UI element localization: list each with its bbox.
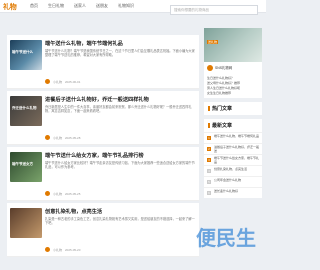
article-thumbnail[interactable]: 端午节送什么	[10, 40, 42, 70]
list-item[interactable]: 3 端午节送什么给女方家，端午节礼品	[204, 154, 262, 165]
rank-badge: 3	[207, 158, 211, 162]
hot-articles-heading: 热门文章	[204, 102, 262, 115]
thumbnail-caption: 端午节送女方	[12, 162, 33, 166]
article-date: 2025-05-20	[65, 247, 81, 252]
article-title[interactable]: 创意扎染礼物，点亮生活	[45, 208, 102, 215]
article-summary: 扎染是一种古老的手工染色工艺，创意扎染礼物既有艺术感又实用，是送给朋友的不错选择…	[45, 217, 195, 226]
brand-logo-icon	[207, 65, 213, 71]
nav-home[interactable]: 首页	[30, 3, 38, 9]
site-logo[interactable]: 礼物	[3, 2, 17, 12]
article-meta: 小礼物 2025-05-25	[45, 191, 80, 196]
article-date: 2025-06-01	[65, 79, 81, 84]
main-nav: 首页 生日礼物 送家人 送朋友 礼物知识	[30, 3, 134, 9]
rank-badge: 5	[207, 180, 211, 184]
recent-title[interactable]: 公司年会送什么礼物	[214, 178, 259, 183]
rank-badge: 1	[207, 136, 211, 140]
article-meta: 小礼物 2025-06-01	[45, 79, 80, 84]
list-item[interactable]: 端午节送女方 端午节送什么给女方家，端午节礼品排行榜 端午节送什么给女方家比较好…	[7, 147, 199, 201]
recent-articles-heading: 最新文章	[204, 119, 262, 132]
article-summary: 乔迁新居是人生中的一件大喜事，亲朋好友都会前来祝贺。那么乔迁送什么礼物好呢？一般…	[45, 105, 192, 114]
brand-row: SNS礼物网	[204, 62, 262, 74]
list-item[interactable]: 4 创意扎染礼物，点亮生活	[204, 165, 262, 176]
avatar	[45, 135, 50, 140]
article-thumbnail[interactable]	[10, 208, 42, 238]
article-date: 2025-05-25	[65, 191, 81, 196]
avatar	[45, 79, 50, 84]
rank-badge: 6	[207, 191, 211, 195]
thumbnail-caption: 端午节送什么	[12, 50, 33, 54]
list-item[interactable]: 2 进餐后子送什么礼物好，乔迁一般送	[204, 143, 262, 154]
list-item[interactable]: 端午节送什么 端午送什么礼物，端午节端何礼品 端午节送什么礼物？端午节是我国传统…	[7, 35, 199, 89]
article-title[interactable]: 端午送什么礼物，端午节端何礼品	[45, 40, 123, 47]
recent-articles-card: 最新文章 1 端午送什么礼物，端午节端何礼品 2 进餐后子送什么礼物好，乔迁一般送 …	[204, 119, 262, 198]
article-title[interactable]: 进餐后子送什么礼物好，乔迁一般送四样礼物	[45, 96, 149, 103]
search-input[interactable]: 搜索你想要的礼物商品	[170, 5, 258, 15]
list-item[interactable]: 5 公司年会送什么礼物	[204, 176, 262, 187]
sidebar: 送礼物 SNS礼物网 生日送什么礼物好？ 送父母什么礼物好？推荐 男人生日送什么…	[204, 28, 262, 202]
article-author: 小礼物	[53, 247, 63, 252]
nav-friends[interactable]: 送朋友	[96, 3, 108, 9]
list-item[interactable]: 1 端午送什么礼物，端午节端何礼品	[204, 132, 262, 143]
hot-articles-title: 热门文章	[212, 106, 233, 112]
article-thumbnail[interactable]: 端午节送女方	[10, 152, 42, 182]
sidebar-link[interactable]: 女生生日礼物推荐	[207, 91, 259, 96]
article-author: 小礼物	[53, 79, 63, 84]
thumbnail-caption: 乔迁送什么礼物	[12, 106, 37, 110]
avatar	[45, 247, 50, 252]
list-item[interactable]: 创意扎染礼物，点亮生活 扎染是一种古老的手工染色工艺，创意扎染礼物既有艺术感又实…	[7, 203, 199, 257]
rank-badge: 2	[207, 147, 211, 151]
article-title[interactable]: 端午节送什么给女方家，端午节礼品排行榜	[45, 152, 144, 159]
article-author: 小礼物	[53, 191, 63, 196]
rank-badge: 4	[207, 169, 211, 173]
article-summary: 端午节送什么礼物？端午节是我国传统节日之一，在这个节日里人们会互赠礼品表达祝福。…	[45, 49, 195, 58]
article-meta: 小礼物 2025-05-20	[45, 247, 80, 252]
recent-title[interactable]: 创意扎染礼物，点亮生活	[214, 167, 259, 172]
watermark: 便民生	[196, 228, 256, 250]
recent-title[interactable]: 进餐后子送什么礼物好，乔迁一般送	[214, 145, 259, 153]
article-meta: 小礼物 2025-05-28	[45, 135, 80, 140]
list-item[interactable]: 乔迁送什么礼物 进餐后子送什么礼物好，乔迁一般送四样礼物 乔迁新居是人生中的一件…	[7, 91, 199, 145]
article-list: 端午节送什么 端午送什么礼物，端午节端何礼品 端午节送什么礼物？端午节是我国传统…	[7, 15, 199, 270]
heading-accent-icon	[208, 106, 210, 111]
promo-banner[interactable]: 送礼物	[204, 28, 262, 62]
list-item[interactable]: 6 送长辈什么礼物好	[204, 187, 262, 198]
recent-title[interactable]: 端午节送什么给女方家，端午节礼品	[214, 156, 259, 164]
article-author: 小礼物	[53, 135, 63, 140]
nav-knowledge[interactable]: 礼物知识	[118, 3, 134, 9]
nav-family[interactable]: 送家人	[74, 3, 86, 9]
article-date: 2025-05-28	[65, 135, 81, 140]
promo-card: 送礼物 SNS礼物网 生日送什么礼物好？ 送父母什么礼物好？推荐 男人生日送什么…	[204, 28, 262, 98]
heading-accent-icon	[208, 123, 210, 128]
article-thumbnail[interactable]: 乔迁送什么礼物	[10, 96, 42, 126]
recent-articles-title: 最新文章	[212, 123, 233, 129]
brand-name: SNS礼物网	[215, 66, 233, 70]
nav-birthday[interactable]: 生日礼物	[48, 3, 64, 9]
article-summary: 端午节送什么给女方家比较好？端午节走亲访友是传统习俗，下面为大家推荐一些适合送给…	[45, 161, 195, 170]
recent-title[interactable]: 端午送什么礼物，端午节端何礼品	[214, 134, 259, 139]
avatar	[45, 191, 50, 196]
sidebar-links: 生日送什么礼物好？ 送父母什么礼物好？推荐 男人生日送什么礼物好呢 女生生日礼物…	[204, 74, 262, 98]
recent-list: 1 端午送什么礼物，端午节端何礼品 2 进餐后子送什么礼物好，乔迁一般送 3 端午节送…	[204, 132, 262, 198]
hot-articles-card: 热门文章	[204, 102, 262, 115]
promo-tag: 送礼物	[207, 40, 219, 44]
recent-title[interactable]: 送长辈什么礼物好	[214, 189, 259, 194]
